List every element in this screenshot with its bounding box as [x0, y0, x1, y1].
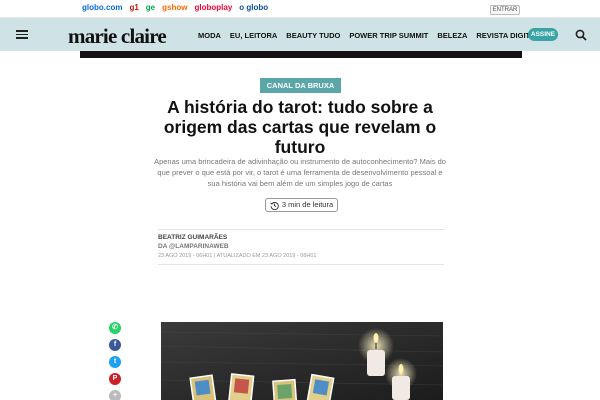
- read-time-badge: 3 min de leitura: [265, 198, 338, 212]
- author-name[interactable]: BEATRIZ GUIMARÃES: [158, 234, 227, 241]
- subscribe-button[interactable]: ASSINE: [528, 28, 558, 41]
- author-source: DA @LAMPARINAWEB: [158, 243, 229, 250]
- article-photo: [161, 322, 443, 400]
- site-logo[interactable]: marie claire: [68, 24, 167, 49]
- globo-link-globocom[interactable]: globo.com: [82, 3, 122, 12]
- read-time-label: 3 min de leitura: [281, 200, 334, 209]
- nav-item-beauty-tudo[interactable]: BEAUTY TUDO: [286, 31, 340, 40]
- menu-icon[interactable]: [16, 30, 28, 39]
- globo-link-oglobo[interactable]: o globo: [239, 3, 268, 12]
- login-button[interactable]: ENTRAR: [490, 5, 520, 15]
- globo-link-globoplay[interactable]: globoplay: [194, 3, 232, 12]
- clock-icon: [270, 201, 279, 210]
- publish-dates: 23 AGO 2019 - 06H01 | ATUALIZADO EM 23 A…: [158, 253, 317, 259]
- search-icon[interactable]: [575, 29, 587, 41]
- nav-item-moda[interactable]: MODA: [198, 31, 221, 40]
- nav-item-eu-leitora[interactable]: EU, LEITORA: [230, 31, 277, 40]
- previous-image-strip: [80, 51, 522, 58]
- nav-item-power-trip-summit[interactable]: POWER TRIP SUMMIT: [349, 31, 428, 40]
- divider: [158, 264, 444, 265]
- more-icon[interactable]: +: [109, 390, 121, 400]
- globo-link-ge[interactable]: ge: [146, 3, 155, 12]
- main-nav: MODA EU, LEITORA BEAUTY TUDO POWER TRIP …: [198, 31, 540, 40]
- globo-link-g1[interactable]: g1: [129, 3, 138, 12]
- facebook-icon[interactable]: f: [109, 339, 121, 351]
- globo-links: globo.com g1 ge gshow globoplay o globo: [82, 3, 268, 12]
- nav-item-beleza[interactable]: BELEZA: [437, 31, 467, 40]
- twitter-icon[interactable]: t: [109, 356, 121, 368]
- globo-link-gshow[interactable]: gshow: [162, 3, 187, 12]
- article-subtitle: Apenas uma brincadeira de adivinhação ou…: [154, 157, 446, 188]
- tarot-candles-image: [161, 322, 443, 400]
- site-header: marie claire MODA EU, LEITORA BEAUTY TUD…: [0, 18, 600, 51]
- article-title: A história do tarot: tudo sobre a origem…: [163, 97, 437, 157]
- globo-top-bar: globo.com g1 ge gshow globoplay o globo …: [0, 0, 600, 18]
- pinterest-icon[interactable]: P: [109, 373, 121, 385]
- whatsapp-icon[interactable]: ✆: [109, 322, 121, 334]
- category-badge[interactable]: CANAL DA BRUXA: [260, 78, 341, 93]
- divider: [158, 229, 444, 230]
